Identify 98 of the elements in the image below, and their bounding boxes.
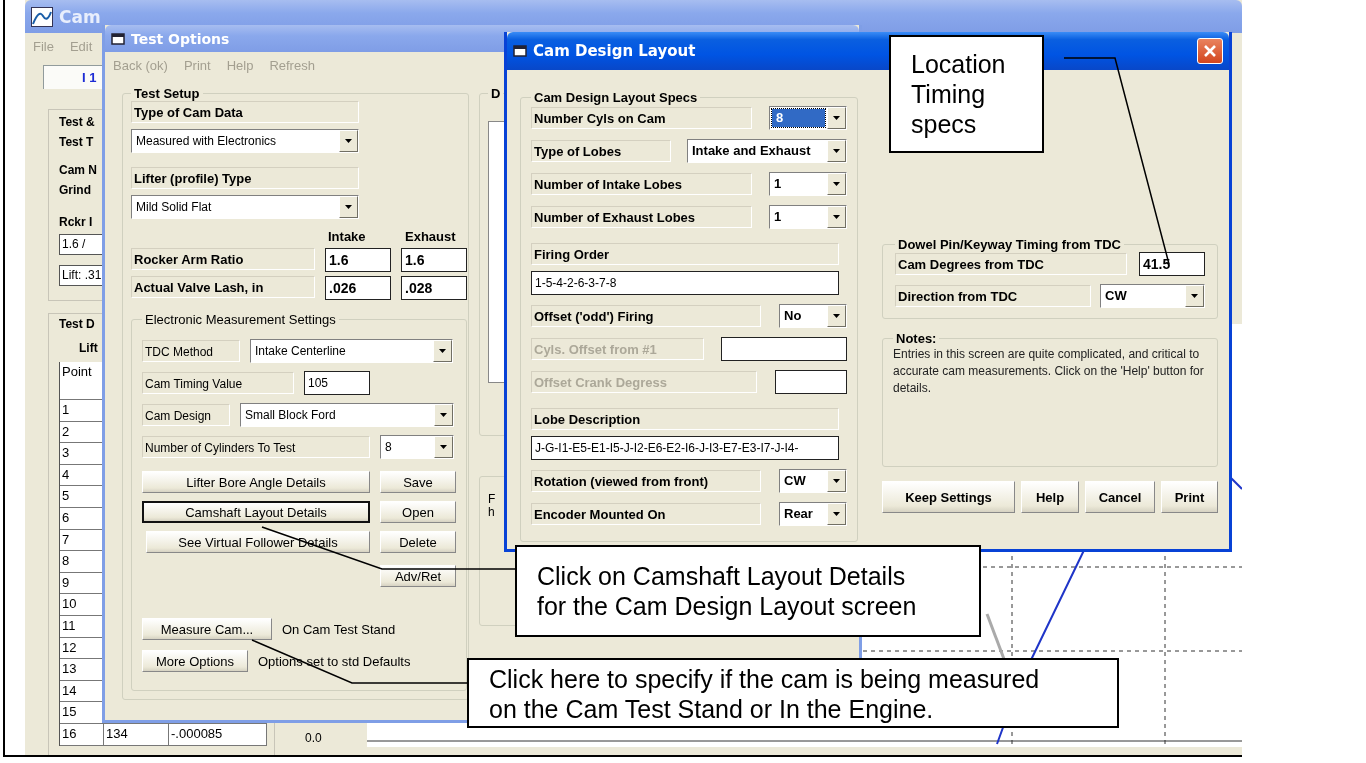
field-label: Offset Crank Degress	[531, 370, 757, 393]
input-field[interactable]: 1-5-4-2-6-3-7-8	[531, 271, 839, 295]
column-header: Point	[60, 362, 104, 399]
window-icon	[111, 32, 125, 45]
field-label: Test &	[59, 114, 95, 131]
field-label: Cam N	[59, 162, 97, 179]
group-title: Notes:	[895, 331, 938, 346]
group-title: Cam Design Layout Specs	[533, 90, 699, 105]
dropdown[interactable]: Rear	[779, 501, 847, 526]
input-field[interactable]: 41.5	[1139, 252, 1205, 276]
axis-tick-label: 0.0	[305, 731, 323, 745]
dropdown[interactable]: 8	[769, 105, 847, 130]
close-icon[interactable]	[1203, 44, 1217, 58]
measure-button[interactable]: Measure Cam...	[142, 618, 272, 640]
dropdown[interactable]: 8	[380, 435, 454, 459]
group-title: Electronic Measurement Settings	[144, 312, 337, 327]
table-cell: 3	[60, 443, 104, 464]
measure-button[interactable]: More Options	[142, 650, 248, 672]
input-field[interactable]: 1.6	[401, 248, 467, 272]
field-label: Type of Cam Data	[131, 101, 359, 123]
field-label: Cam Design	[142, 404, 230, 426]
dropdown[interactable]: CW	[1100, 284, 1205, 308]
dropdown[interactable]: 1	[769, 204, 847, 229]
details-button[interactable]: Camshaft Layout Details	[142, 501, 370, 523]
file-button[interactable]: Adv/Ret	[380, 565, 456, 587]
field-label: Cam Timing Value	[142, 372, 294, 394]
field-label: Firing Order	[531, 243, 839, 265]
group-title: Dowel Pin/Keyway Timing from TDC	[897, 237, 1122, 252]
notes-text: Entries in this screen are quite complicated, and critical to accurate cam measurements. Click on the 'Help' button for details.	[893, 346, 1205, 397]
field-label: Grind	[59, 182, 91, 199]
file-button[interactable]: Open	[380, 501, 456, 523]
dropdown[interactable]: Intake Centerline	[250, 339, 453, 363]
dropdown[interactable]: CW	[779, 468, 847, 493]
field-label: Cam Degrees from TDC	[895, 253, 1127, 275]
field-label: Direction from TDC	[895, 285, 1091, 307]
text-fragment: h	[488, 506, 495, 519]
table-cell: 8	[60, 551, 104, 572]
column-header: Exhaust	[405, 229, 457, 244]
table-cell: 10	[60, 594, 104, 615]
input-field[interactable]: .028	[401, 276, 467, 300]
field-label: Number Cyls on Cam	[531, 106, 752, 129]
table-cell: 134	[104, 723, 169, 745]
text-fragment: F	[488, 493, 496, 506]
field-label: Rocker Arm Ratio	[131, 248, 315, 270]
table-cell: 16	[60, 723, 104, 745]
field-label: Number of Cylinders To Test	[142, 436, 370, 458]
input-field[interactable]: 1.6	[325, 248, 391, 272]
callout-box: Click on Camshaft Layout Details for the Cam Design Layout screen	[515, 545, 981, 637]
callout-box: Click here to specify if the cam is being measured on the Cam Test Stand or In the Engine.	[467, 658, 1119, 728]
dialog-button[interactable]: Print	[1161, 481, 1218, 513]
dialog-button[interactable]: Cancel	[1085, 481, 1155, 513]
input-field[interactable]: 105	[304, 371, 370, 395]
dropdown[interactable]: Intake and Exhaust	[687, 138, 847, 163]
table-cell: 15	[60, 702, 104, 723]
status-text: On Cam Test Stand	[282, 621, 396, 637]
window-title: Test Options	[131, 30, 230, 47]
dialog-button[interactable]: Keep Settings	[882, 481, 1015, 513]
dropdown[interactable]: Measured with Electronics	[131, 129, 359, 153]
window-title: Cam Design Layout	[533, 42, 696, 60]
field-label: Number of Exhaust Lobes	[531, 205, 752, 228]
dropdown[interactable]: No	[779, 303, 847, 328]
window-title: Cam	[59, 6, 101, 27]
field-label: Test T	[59, 134, 94, 151]
input-field[interactable]: J-G-I1-E5-E1-I5-J-I2-E6-E2-I6-J-I3-E7-E3-I7-J-I4-	[531, 436, 839, 460]
group-title: Test D	[59, 316, 95, 333]
dropdown[interactable]: Mild Solid Flat	[131, 195, 359, 219]
table-cell: -.000085	[169, 723, 267, 745]
dropdown[interactable]: 1	[769, 171, 847, 196]
tab[interactable]: I 1	[43, 65, 103, 89]
details-button[interactable]: Lifter Bore Angle Details	[142, 471, 370, 493]
status-text: Options set to std Defaults	[258, 653, 411, 669]
group-title: Test Setup	[133, 86, 201, 101]
close-button[interactable]	[1197, 38, 1223, 64]
callout-box: Location Timing specs	[889, 35, 1044, 153]
field-label: Encoder Mounted On	[531, 502, 761, 525]
table-cell: 1	[60, 400, 104, 421]
file-button[interactable]: Delete	[380, 531, 456, 553]
dialog-button[interactable]: Help	[1021, 481, 1079, 513]
file-button[interactable]: Save	[380, 471, 456, 493]
table-cell: 5	[60, 486, 104, 507]
field-label: Rotation (viewed from front)	[531, 469, 761, 492]
field-label: Cyls. Offset from #1	[531, 337, 704, 360]
column-header: Intake	[328, 229, 367, 244]
table-cell: 13	[60, 659, 104, 680]
window-icon	[513, 45, 527, 57]
field-label: Lifter (profile) Type	[131, 167, 359, 189]
field-label: Type of Lobes	[531, 139, 671, 162]
chart-icon	[31, 6, 53, 27]
field-label: TDC Method	[142, 340, 240, 362]
dropdown[interactable]: Small Block Ford	[240, 403, 454, 427]
field-label: Rckr I	[59, 214, 93, 231]
field-label: Lobe Description	[531, 408, 839, 430]
input-field[interactable]: .026	[325, 276, 391, 300]
column-group-label: Lift	[78, 340, 98, 357]
field-label: Offset ('odd') Firing	[531, 304, 761, 327]
group-title: D	[490, 86, 502, 101]
field-label: Actual Valve Lash, in	[131, 276, 315, 298]
field-label: Number of Intake Lobes	[531, 172, 752, 195]
